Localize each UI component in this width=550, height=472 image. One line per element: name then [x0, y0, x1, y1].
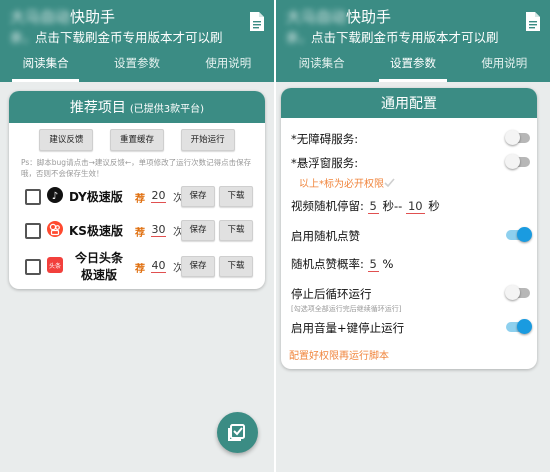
tab-instructions[interactable]: 使用说明 [459, 48, 550, 82]
dy-checkbox[interactable] [25, 189, 41, 205]
video-min-input[interactable]: 5 [367, 199, 379, 214]
accessibility-toggle[interactable] [505, 130, 532, 145]
accessibility-label: *无障碍服务: [291, 132, 359, 146]
toutiao-name-line1: 今日头条 [75, 251, 124, 265]
app-row-toutiao: 头条 今日头条 极速版 荐 40 次 保存 下载 [9, 247, 265, 285]
app-title: 大马自动快助手 [10, 6, 115, 27]
tab-settings[interactable]: 设置参数 [91, 48, 182, 82]
toutiao-icon: 头条 [47, 257, 63, 273]
app-title-blurred: 大马自动 [10, 8, 71, 26]
toutiao-recommend-badge: 荐 [135, 264, 145, 275]
checklist-icon [228, 424, 245, 441]
left-screen: 大马自动快助手 亲，点击下载刷金币专用版本才可以刷 阅读集合 设置参数 使用说明… [0, 0, 274, 472]
loop-hint: [勾选项全部运行完后继续循环运行] [291, 305, 402, 313]
ks-download-button[interactable]: 下载 [219, 220, 253, 241]
toutiao-name-line2: 极速版 [81, 268, 118, 282]
app-row-ks: KS极速版 荐 30 次 保存 下载 [9, 215, 265, 245]
toutiao-app-name: 今日头条 极速版 [75, 249, 123, 283]
card-title-sub: (已提供3款平台) [129, 104, 205, 115]
reset-cache-button[interactable]: 重置缓存 [109, 129, 164, 151]
loop-after-stop-toggle[interactable] [505, 285, 532, 300]
floating-window-label: *悬浮窗服务: [291, 156, 359, 170]
document-icon[interactable] [249, 12, 264, 31]
kuaishou-icon [47, 221, 63, 237]
recommended-card: 推荐项目 (已提供3款平台) 建议反馈 重置缓存 开始运行 Ps：脚本bug请点击… [9, 91, 265, 289]
like-probability-row: 随机点赞概率: 5 % [291, 256, 393, 272]
toutiao-save-button[interactable]: 保存 [181, 256, 215, 277]
app-subtitle-right: 亲，点击下载刷金币专用版本才可以刷 [286, 27, 499, 46]
dy-app-name: DY极速版 [69, 190, 123, 204]
fab-button[interactable] [217, 412, 258, 453]
start-run-button[interactable]: 开始运行 [180, 129, 235, 151]
floating-window-toggle[interactable] [505, 154, 532, 169]
dy-save-button[interactable]: 保存 [181, 186, 215, 207]
dy-download-button[interactable]: 下载 [219, 186, 253, 207]
video-stay-label: 视频随机停留: [291, 199, 364, 213]
document-icon[interactable] [525, 12, 540, 31]
card-header: 推荐项目 (已提供3款平台) [9, 91, 265, 123]
ks-app-name: KS极速版 [69, 224, 123, 238]
tab-reading[interactable]: 阅读集合 [276, 48, 367, 82]
svg-text:头条: 头条 [49, 262, 61, 270]
toutiao-count-input[interactable]: 40 [151, 259, 166, 273]
volume-stop-label: 启用音量+键停止运行 [291, 321, 405, 335]
ks-recommend-badge: 荐 [135, 228, 145, 239]
required-permission-text: 以上*标为必开权限 [299, 179, 384, 190]
video-unit: 秒 [428, 199, 440, 213]
toutiao-checkbox[interactable] [25, 259, 41, 275]
dy-recommend-badge: 荐 [135, 194, 145, 205]
right-screen: 大马自动快助手 亲，点击下载刷金币专用版本才可以刷 阅读集合 设置参数 使用说明… [276, 0, 550, 472]
ks-checkbox[interactable] [25, 223, 41, 239]
feedback-button[interactable]: 建议反馈 [39, 129, 94, 151]
checkmark-icon [384, 178, 395, 188]
app-title-visible-right: 快助手 [346, 8, 392, 26]
app-row-dy: ♪ DY极速版 荐 20 次 保存 下载 [9, 181, 265, 211]
video-separator: 秒-- [382, 199, 403, 213]
card-title: 推荐项目 [69, 100, 126, 116]
loop-after-stop-label: 停止后循环运行 [291, 287, 372, 301]
config-permission-note: 配置好权限再运行脚本 [289, 351, 389, 362]
general-config-card: 通用配置 *无障碍服务: *悬浮窗服务: 以上*标为必开权限 视频随机停留: 5… [281, 88, 537, 369]
app-title-visible: 快助手 [70, 8, 116, 26]
tab-settings[interactable]: 设置参数 [367, 48, 458, 82]
random-like-toggle[interactable] [506, 227, 532, 242]
video-max-input[interactable]: 10 [405, 199, 425, 214]
ks-save-button[interactable]: 保存 [181, 220, 215, 241]
config-card-title: 通用配置 [381, 96, 437, 112]
tab-bar: 阅读集合 设置参数 使用说明 [0, 48, 274, 82]
like-probability-label: 随机点赞概率: [291, 257, 364, 271]
app-header-right: 大马自动快助手 亲，点击下载刷金币专用版本才可以刷 阅读集合 设置参数 使用说明 [276, 0, 550, 82]
tab-bar-right: 阅读集合 设置参数 使用说明 [276, 48, 550, 82]
tab-reading[interactable]: 阅读集合 [0, 48, 91, 82]
random-like-label: 启用随机点赞 [291, 229, 360, 243]
app-subtitle-visible-right: 点击下载刷金币专用版本才可以刷 [311, 30, 499, 45]
app-subtitle-visible: 点击下载刷金币专用版本才可以刷 [35, 30, 223, 45]
svg-text:♪: ♪ [52, 191, 58, 202]
config-card-header: 通用配置 [281, 88, 537, 118]
ps-note: Ps：脚本bug请点击→建议反馈←，单项修改了运行次数记得点击保存哦，否则不会保… [21, 158, 252, 178]
volume-stop-toggle[interactable] [506, 319, 532, 334]
required-permission-note: 以上*标为必开权限 [299, 175, 395, 190]
app-subtitle: 亲，点击下载刷金币专用版本才可以刷 [10, 27, 223, 46]
app-subtitle-blurred: 亲， [10, 30, 36, 45]
video-stay-row: 视频随机停留: 5 秒-- 10 秒 [291, 198, 440, 214]
app-header: 大马自动快助手 亲，点击下载刷金币专用版本才可以刷 阅读集合 设置参数 使用说明 [0, 0, 274, 82]
toutiao-download-button[interactable]: 下载 [219, 256, 253, 277]
action-buttons: 建议反馈 重置缓存 开始运行 [9, 123, 265, 151]
app-title-blurred-right: 大马自动 [286, 8, 347, 26]
tab-instructions[interactable]: 使用说明 [183, 48, 274, 82]
like-probability-unit: % [382, 257, 394, 271]
douyin-icon: ♪ [47, 187, 63, 203]
app-subtitle-blurred-right: 亲， [286, 30, 312, 45]
like-probability-input[interactable]: 5 [367, 257, 379, 272]
dy-count-input[interactable]: 20 [151, 189, 166, 203]
app-title-right: 大马自动快助手 [286, 6, 391, 27]
ks-count-input[interactable]: 30 [151, 223, 166, 237]
